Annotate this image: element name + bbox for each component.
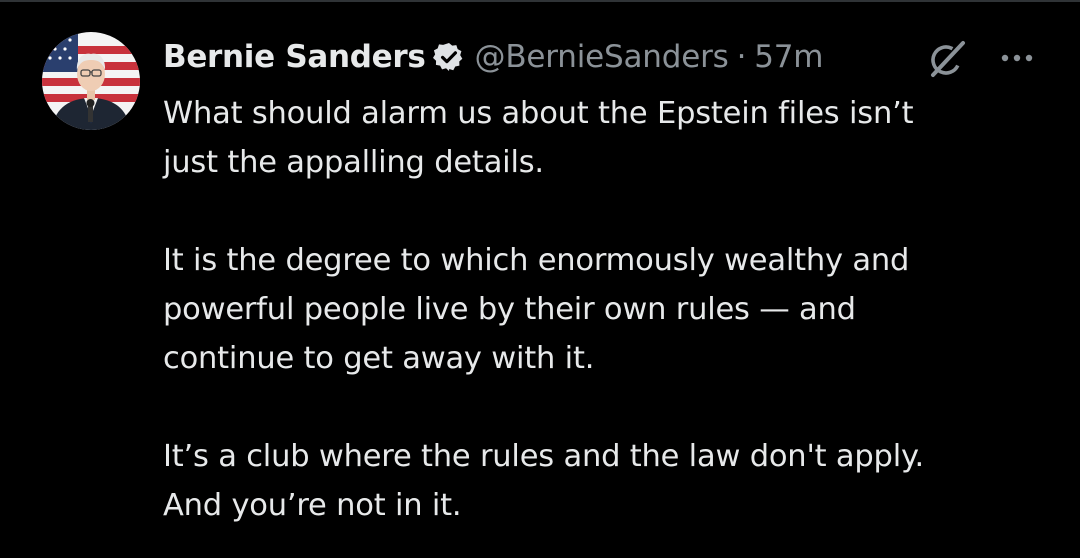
more-options-icon[interactable] bbox=[1000, 48, 1034, 68]
author-handle[interactable]: @BernieSanders bbox=[475, 39, 729, 75]
tweet-text-line: And you’re not in it. bbox=[163, 488, 462, 523]
tweet-card[interactable]: Bernie Sanders @BernieSanders · 57m What… bbox=[0, 0, 1080, 558]
tweet-header: Bernie Sanders @BernieSanders · 57m bbox=[163, 33, 823, 81]
header-separator: · bbox=[736, 39, 747, 75]
tweet-paragraph: It’s a club where the rules and the law … bbox=[163, 432, 1043, 530]
verified-badge-icon[interactable] bbox=[432, 41, 465, 73]
tweet-paragraph: What should alarm us about the Epstein f… bbox=[163, 89, 1043, 187]
tweet-timestamp[interactable]: 57m bbox=[754, 39, 823, 75]
grok-icon[interactable] bbox=[925, 37, 969, 81]
tweet-text-line: continue to get away with it. bbox=[163, 341, 595, 376]
tweet-text-line: What should alarm us about the Epstein f… bbox=[163, 96, 914, 131]
tweet-text-line: It’s a club where the rules and the law … bbox=[163, 439, 924, 474]
author-avatar[interactable] bbox=[42, 32, 140, 130]
tweet-text-line: just the appalling details. bbox=[163, 145, 544, 180]
tweet-text-line: powerful people live by their own rules … bbox=[163, 292, 856, 327]
author-display-name[interactable]: Bernie Sanders bbox=[163, 39, 426, 75]
tweet-text-line: It is the degree to which enormously wea… bbox=[163, 243, 910, 278]
avatar-photo bbox=[42, 32, 140, 130]
tweet-text: What should alarm us about the Epstein f… bbox=[163, 89, 1043, 530]
tweet-paragraph: It is the degree to which enormously wea… bbox=[163, 236, 1043, 383]
